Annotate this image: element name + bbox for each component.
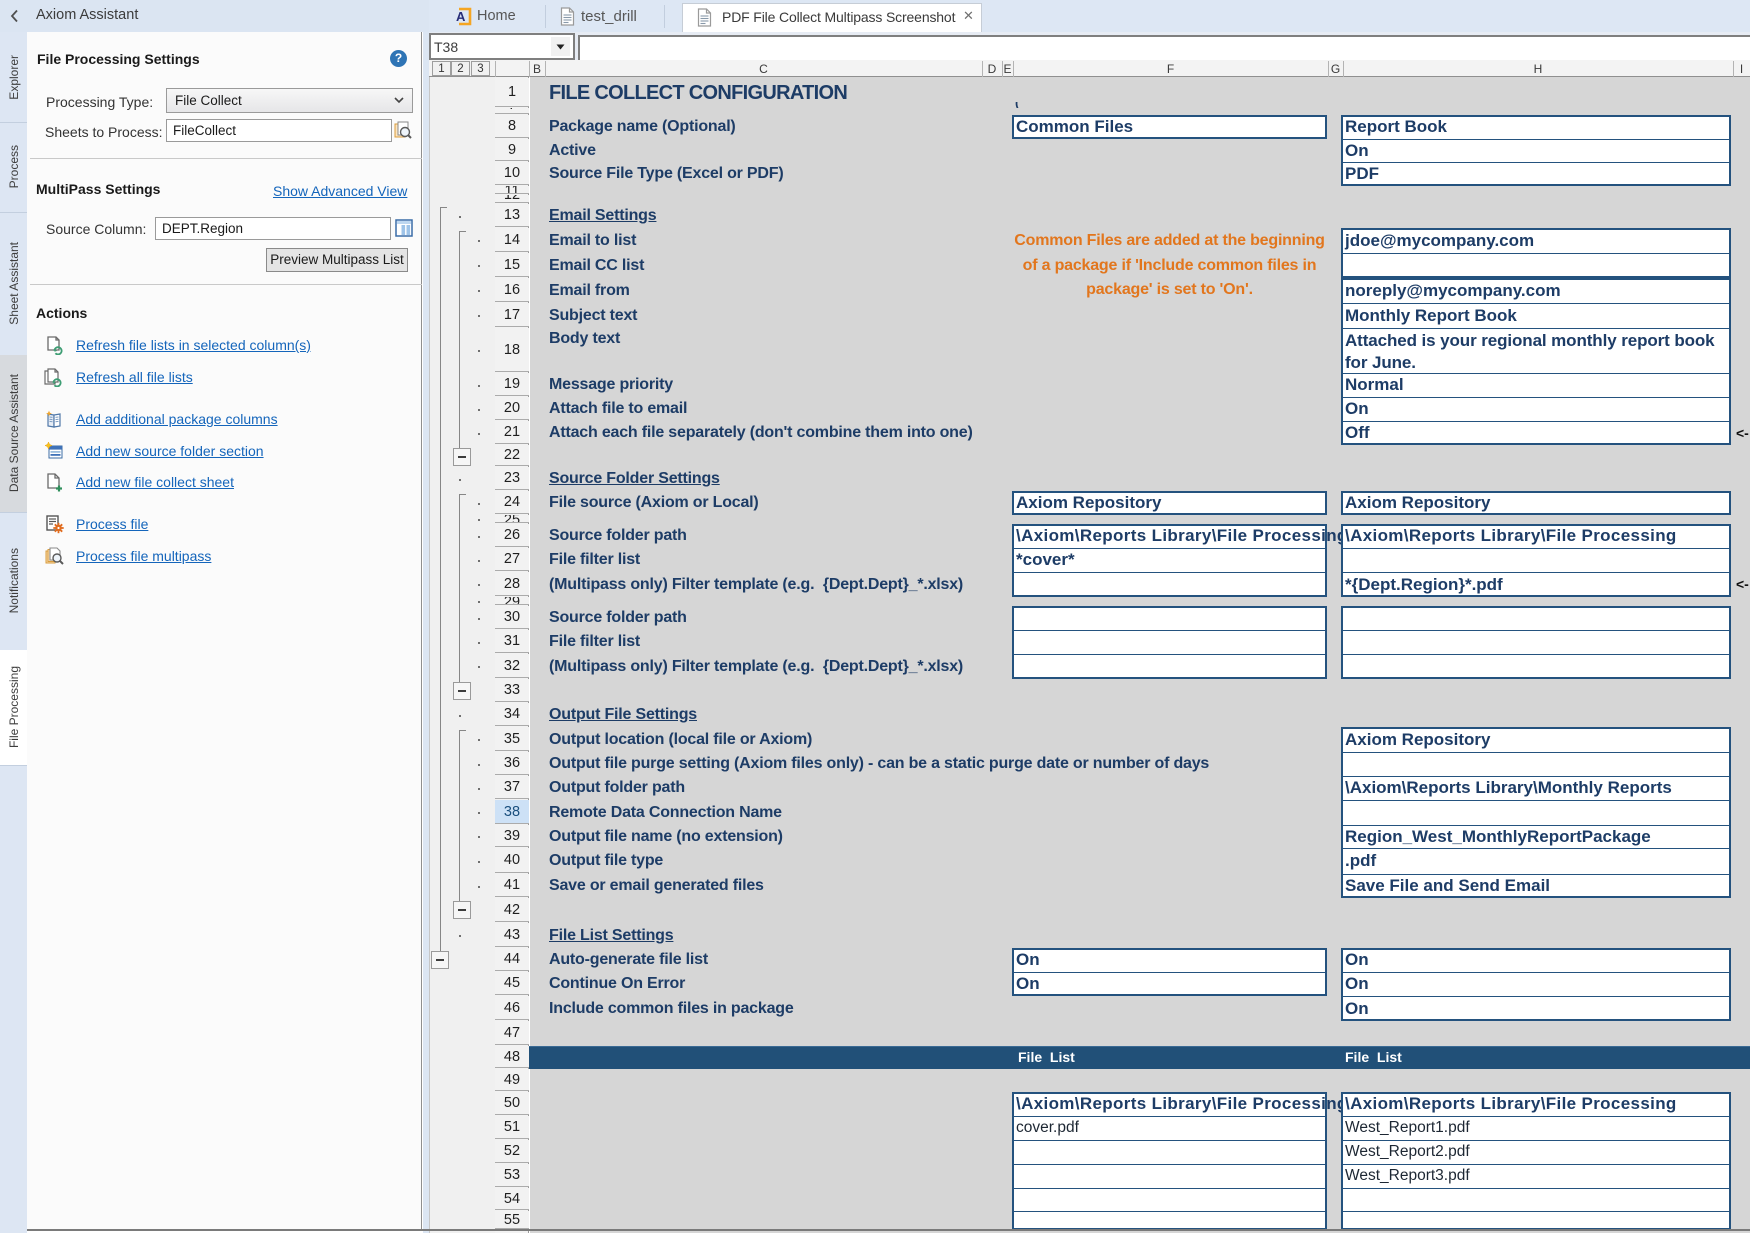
svg-text:A: A [456,9,466,24]
